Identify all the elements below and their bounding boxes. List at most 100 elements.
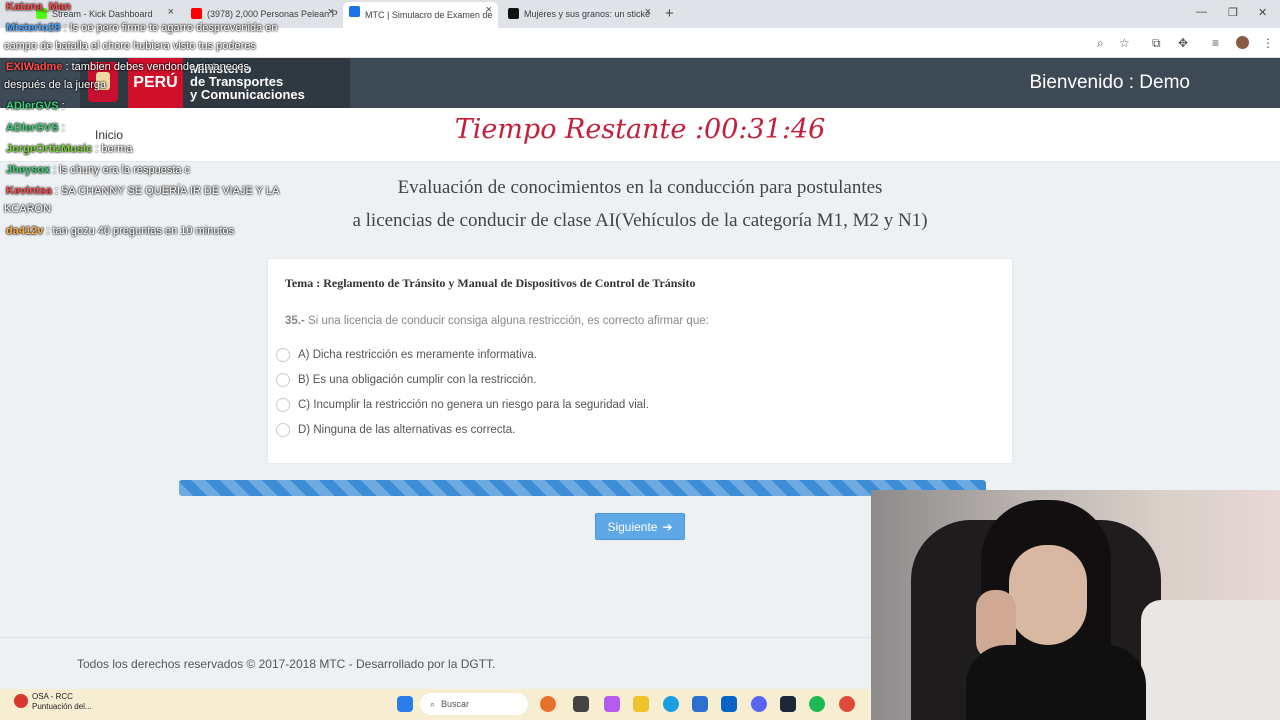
task-view-icon[interactable] [573,696,589,712]
search-placeholder: Buscar [441,699,470,709]
chat-message: después de la juerga [4,79,106,92]
chat-message: JorgeOrtizMusic : berma [6,143,133,156]
chat-message: EXIWadme : tambien debes vendonde amanec… [6,61,249,74]
chat-user: Misterio28 [6,22,61,34]
steam-icon[interactable] [780,696,796,712]
chrome-icon[interactable] [839,696,855,712]
chat-user: Kevintsa [6,185,52,197]
chat-user: EXIWadme [6,61,63,73]
chat-message: da412v : tan gozu 40 preguntas en 10 min… [6,225,234,238]
close-tab-icon[interactable]: × [486,4,492,16]
windows-start-icon[interactable] [397,696,413,712]
chat-user: Jheysox [6,164,51,176]
next-button-label: Siguiente [607,519,658,534]
radio-button[interactable] [276,373,290,387]
question-card: Tema : Reglamento de Tránsito y Manual d… [267,258,1013,464]
option-label: D) Ninguna de las alternativas es correc… [298,424,516,436]
footer-text: Todos los derechos reservados © 2017-201… [77,657,496,671]
new-tab-icon[interactable]: + [665,5,674,22]
close-window-icon[interactable]: ✕ [1258,6,1267,19]
option-b[interactable]: B) Es una obligación cumplir con la rest… [276,371,536,389]
discord-icon[interactable] [751,696,767,712]
maximize-icon[interactable]: ❐ [1228,6,1238,19]
chat-text: : berma [95,143,133,155]
chat-user: ADlerGVS [6,100,59,112]
edge-icon[interactable] [663,696,679,712]
webcam-overlay [871,490,1280,720]
chat-text: : ls chuny era la respuesta c [53,164,191,176]
option-label: A) Dicha restricción es meramente inform… [298,349,538,361]
app-title: OSA - RCC [32,692,73,701]
chat-message: Misterio28 : Is oe pero firme te agarro … [6,22,278,35]
chat-user: ADlerGVS [6,122,59,134]
arrow-right-icon: ➔ [662,519,673,534]
progress-bar [179,480,986,496]
chat-user: da412v [6,225,44,237]
chat-message: KCARON [4,203,51,216]
media-icon[interactable]: ≡ [1212,36,1219,50]
youtube-icon [191,8,202,19]
logo-line: y Comunicaciones [190,87,305,102]
chat-message: Katana_Man [6,1,71,14]
chat-text: : tambien debes vendonde amaneces [65,61,249,73]
menu-icon[interactable]: ⋮ [1262,36,1274,50]
puzzle-icon[interactable]: ✥ [1178,36,1188,50]
webcam-bed [1141,600,1280,720]
chat-text: : Is oe pero firme te agarro desprevenid… [63,22,278,34]
chat-message: campo de batalla el choro hubiera visto … [4,40,256,53]
store-icon[interactable] [692,696,708,712]
radio-button[interactable] [276,423,290,437]
browser-tab-youtube[interactable]: (3978) 2,000 Personas Pelean P × [185,4,340,24]
timer-value: 00:31:46 [704,114,826,145]
file-explorer-icon[interactable] [633,696,649,712]
search-icon: ⌕ [430,698,436,709]
chat-text: después de la juerga [4,79,107,91]
question-text: 35.- Si una licencia de conducir consiga… [285,315,709,327]
option-label: B) Es una obligación cumplir con la rest… [298,374,537,386]
chat-user: Katana_Man [6,1,71,13]
outlook-icon[interactable] [721,696,737,712]
chat-message: ADlerGVS : [6,100,65,113]
chat-text: : SA CHANNY SE QUERÍA IR DE VIAJE Y LA [54,185,280,197]
chat-text: : [61,122,65,134]
weather-icon[interactable] [540,696,556,712]
profile-avatar[interactable] [1236,36,1249,49]
chat-text: campo de batalla el choro hubiera visto … [4,40,256,52]
option-a[interactable]: A) Dicha restricción es meramente inform… [276,346,537,364]
star-icon[interactable]: ☆ [1119,36,1130,50]
browser-tab-tiktok[interactable]: Mujeres y sus granos: un sticke × [502,4,657,24]
browser-tab-mtc[interactable]: MTC | Simulacro de Examen de × [343,2,498,28]
close-tab-icon[interactable]: × [328,6,334,18]
chat-user: JorgeOrtizMusic [6,143,93,155]
tab-label: Mujeres y sus granos: un sticke [524,9,651,19]
radio-button[interactable] [276,398,290,412]
close-tab-icon[interactable]: × [168,6,174,18]
extension-icon[interactable]: ⧉ [1152,36,1161,51]
webcam-person-face [1009,545,1087,645]
osa-icon [14,694,28,708]
next-button[interactable]: Siguiente ➔ [595,513,685,540]
taskbar-app-osa[interactable]: OSA - RCC Puntuación del... [12,692,112,712]
chat-text: : tan gozu 40 preguntas en 10 minutos [46,225,235,237]
timer: Tiempo Restante :00:31:46 [0,114,1280,145]
tab-label: MTC | Simulacro de Examen de [365,10,493,20]
chat-text: KCARON [4,203,52,215]
close-tab-icon[interactable]: × [645,6,651,18]
tiktok-icon [508,8,519,19]
option-c[interactable]: C) Incumplir la restricción no genera un… [276,396,649,414]
chat-message: Kevintsa : SA CHANNY SE QUERÍA IR DE VIA… [6,185,279,198]
chat-text: : [61,100,65,112]
app-subtitle: Puntuación del... [32,702,92,711]
radio-button[interactable] [276,348,290,362]
zoom-icon[interactable]: ⌕ [1097,36,1104,51]
mtc-icon [349,6,360,17]
spotify-icon[interactable] [809,696,825,712]
webcam-person-shirt [966,645,1146,720]
option-label: C) Incumplir la restricción no genera un… [298,399,649,411]
timer-label: Tiempo Restante : [454,114,705,145]
taskbar-search[interactable]: ⌕ Buscar [420,693,528,715]
option-d[interactable]: D) Ninguna de las alternativas es correc… [276,421,515,439]
copilot-icon[interactable] [604,696,620,712]
minimize-icon[interactable]: — [1196,6,1207,18]
tab-label: (3978) 2,000 Personas Pelean P [207,9,338,19]
